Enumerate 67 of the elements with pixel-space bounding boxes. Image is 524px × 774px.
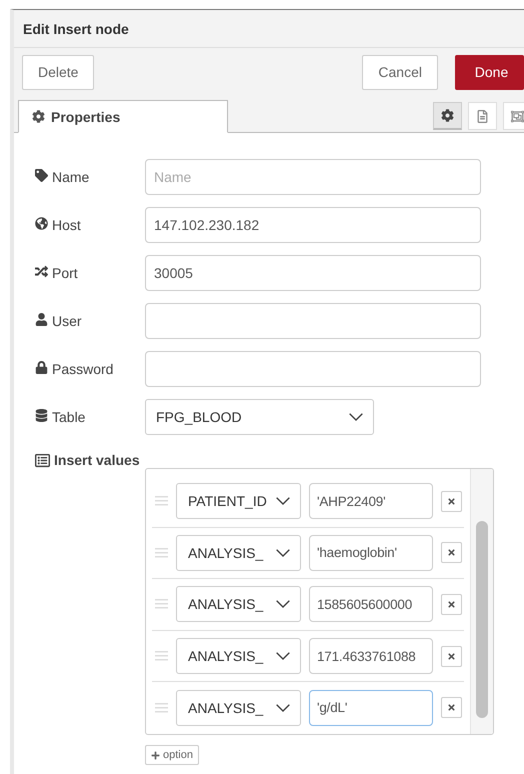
input-field[interactable]: 30005 — [145, 255, 481, 291]
scrollbar[interactable] — [470, 469, 493, 734]
field-label: Password — [52, 361, 114, 377]
value-input[interactable]: 171.4633761088 — [309, 638, 433, 674]
remove-button[interactable] — [441, 697, 462, 718]
field-label: User — [52, 313, 82, 329]
close-icon — [447, 652, 456, 661]
add-option-button[interactable]: option — [145, 745, 199, 765]
field-label: Name — [52, 169, 90, 185]
drag-handle-icon[interactable] — [155, 496, 168, 506]
dialog-title: Edit Insert node — [23, 20, 129, 36]
chevron-icon — [276, 497, 290, 506]
drag-handle-icon[interactable] — [155, 651, 168, 662]
chevron-icon — [276, 652, 290, 660]
tag-icon — [35, 169, 48, 182]
close-icon — [447, 548, 456, 558]
database-icon — [35, 409, 48, 422]
globe-icon — [35, 217, 48, 230]
done-button[interactable]: Done — [455, 54, 524, 90]
dialog-button[interactable]: Delete — [22, 54, 94, 90]
remove-button[interactable] — [441, 646, 462, 667]
close-icon — [447, 600, 456, 609]
side-tab[interactable] — [503, 102, 524, 130]
drag-handle-icon[interactable] — [155, 599, 168, 610]
settings-icon — [441, 109, 454, 122]
column-select[interactable]: ANALYSIS_ — [176, 534, 301, 571]
list-icon — [35, 453, 50, 468]
dialog-button[interactable]: Cancel — [362, 54, 438, 90]
side-tab[interactable] — [468, 102, 497, 130]
value-input[interactable]: 1585605600000 — [309, 586, 433, 622]
document-icon — [476, 110, 489, 122]
drag-handle-icon[interactable] — [155, 702, 168, 713]
side-tab[interactable] — [433, 102, 462, 130]
frame-icon — [511, 110, 524, 122]
chevron-icon — [349, 413, 363, 421]
user-icon — [35, 313, 48, 326]
column-select[interactable]: PATIENT_ID — [176, 483, 301, 520]
plus-icon — [151, 750, 160, 760]
remove-button[interactable] — [441, 490, 462, 512]
field-label: Table — [52, 409, 86, 425]
column-select[interactable]: ANALYSIS_ — [176, 690, 301, 726]
input-field[interactable]: 147.102.230.182 — [145, 207, 481, 243]
properties-tab[interactable]: Properties — [18, 100, 228, 133]
close-icon — [447, 703, 456, 712]
remove-button[interactable] — [441, 594, 462, 615]
field-label: Host — [52, 217, 81, 233]
scroll-thumb[interactable] — [476, 521, 488, 718]
value-input[interactable]: 'AHP22409' — [309, 483, 433, 520]
column-select[interactable]: ANALYSIS_ — [176, 586, 301, 622]
field-label: Port — [52, 265, 78, 281]
input-field[interactable] — [145, 303, 481, 339]
chevron-icon — [276, 704, 290, 712]
drag-handle-icon[interactable] — [155, 548, 168, 558]
close-icon — [447, 496, 456, 506]
value-input[interactable]: 'g/dL' — [309, 690, 433, 726]
field-label: Insert values — [54, 451, 140, 470]
chevron-icon — [276, 548, 290, 557]
remove-button[interactable] — [441, 542, 462, 564]
column-select[interactable]: ANALYSIS_ — [176, 638, 301, 674]
lock-icon — [35, 361, 48, 374]
value-input[interactable]: 'haemoglobin' — [309, 534, 433, 571]
input-field[interactable] — [145, 351, 481, 387]
table-select[interactable]: FPG_BLOOD — [145, 399, 374, 435]
chevron-icon — [276, 600, 290, 608]
shuffle-icon — [35, 265, 48, 278]
settings-icon — [32, 110, 45, 123]
input-field[interactable]: Name — [145, 159, 481, 195]
